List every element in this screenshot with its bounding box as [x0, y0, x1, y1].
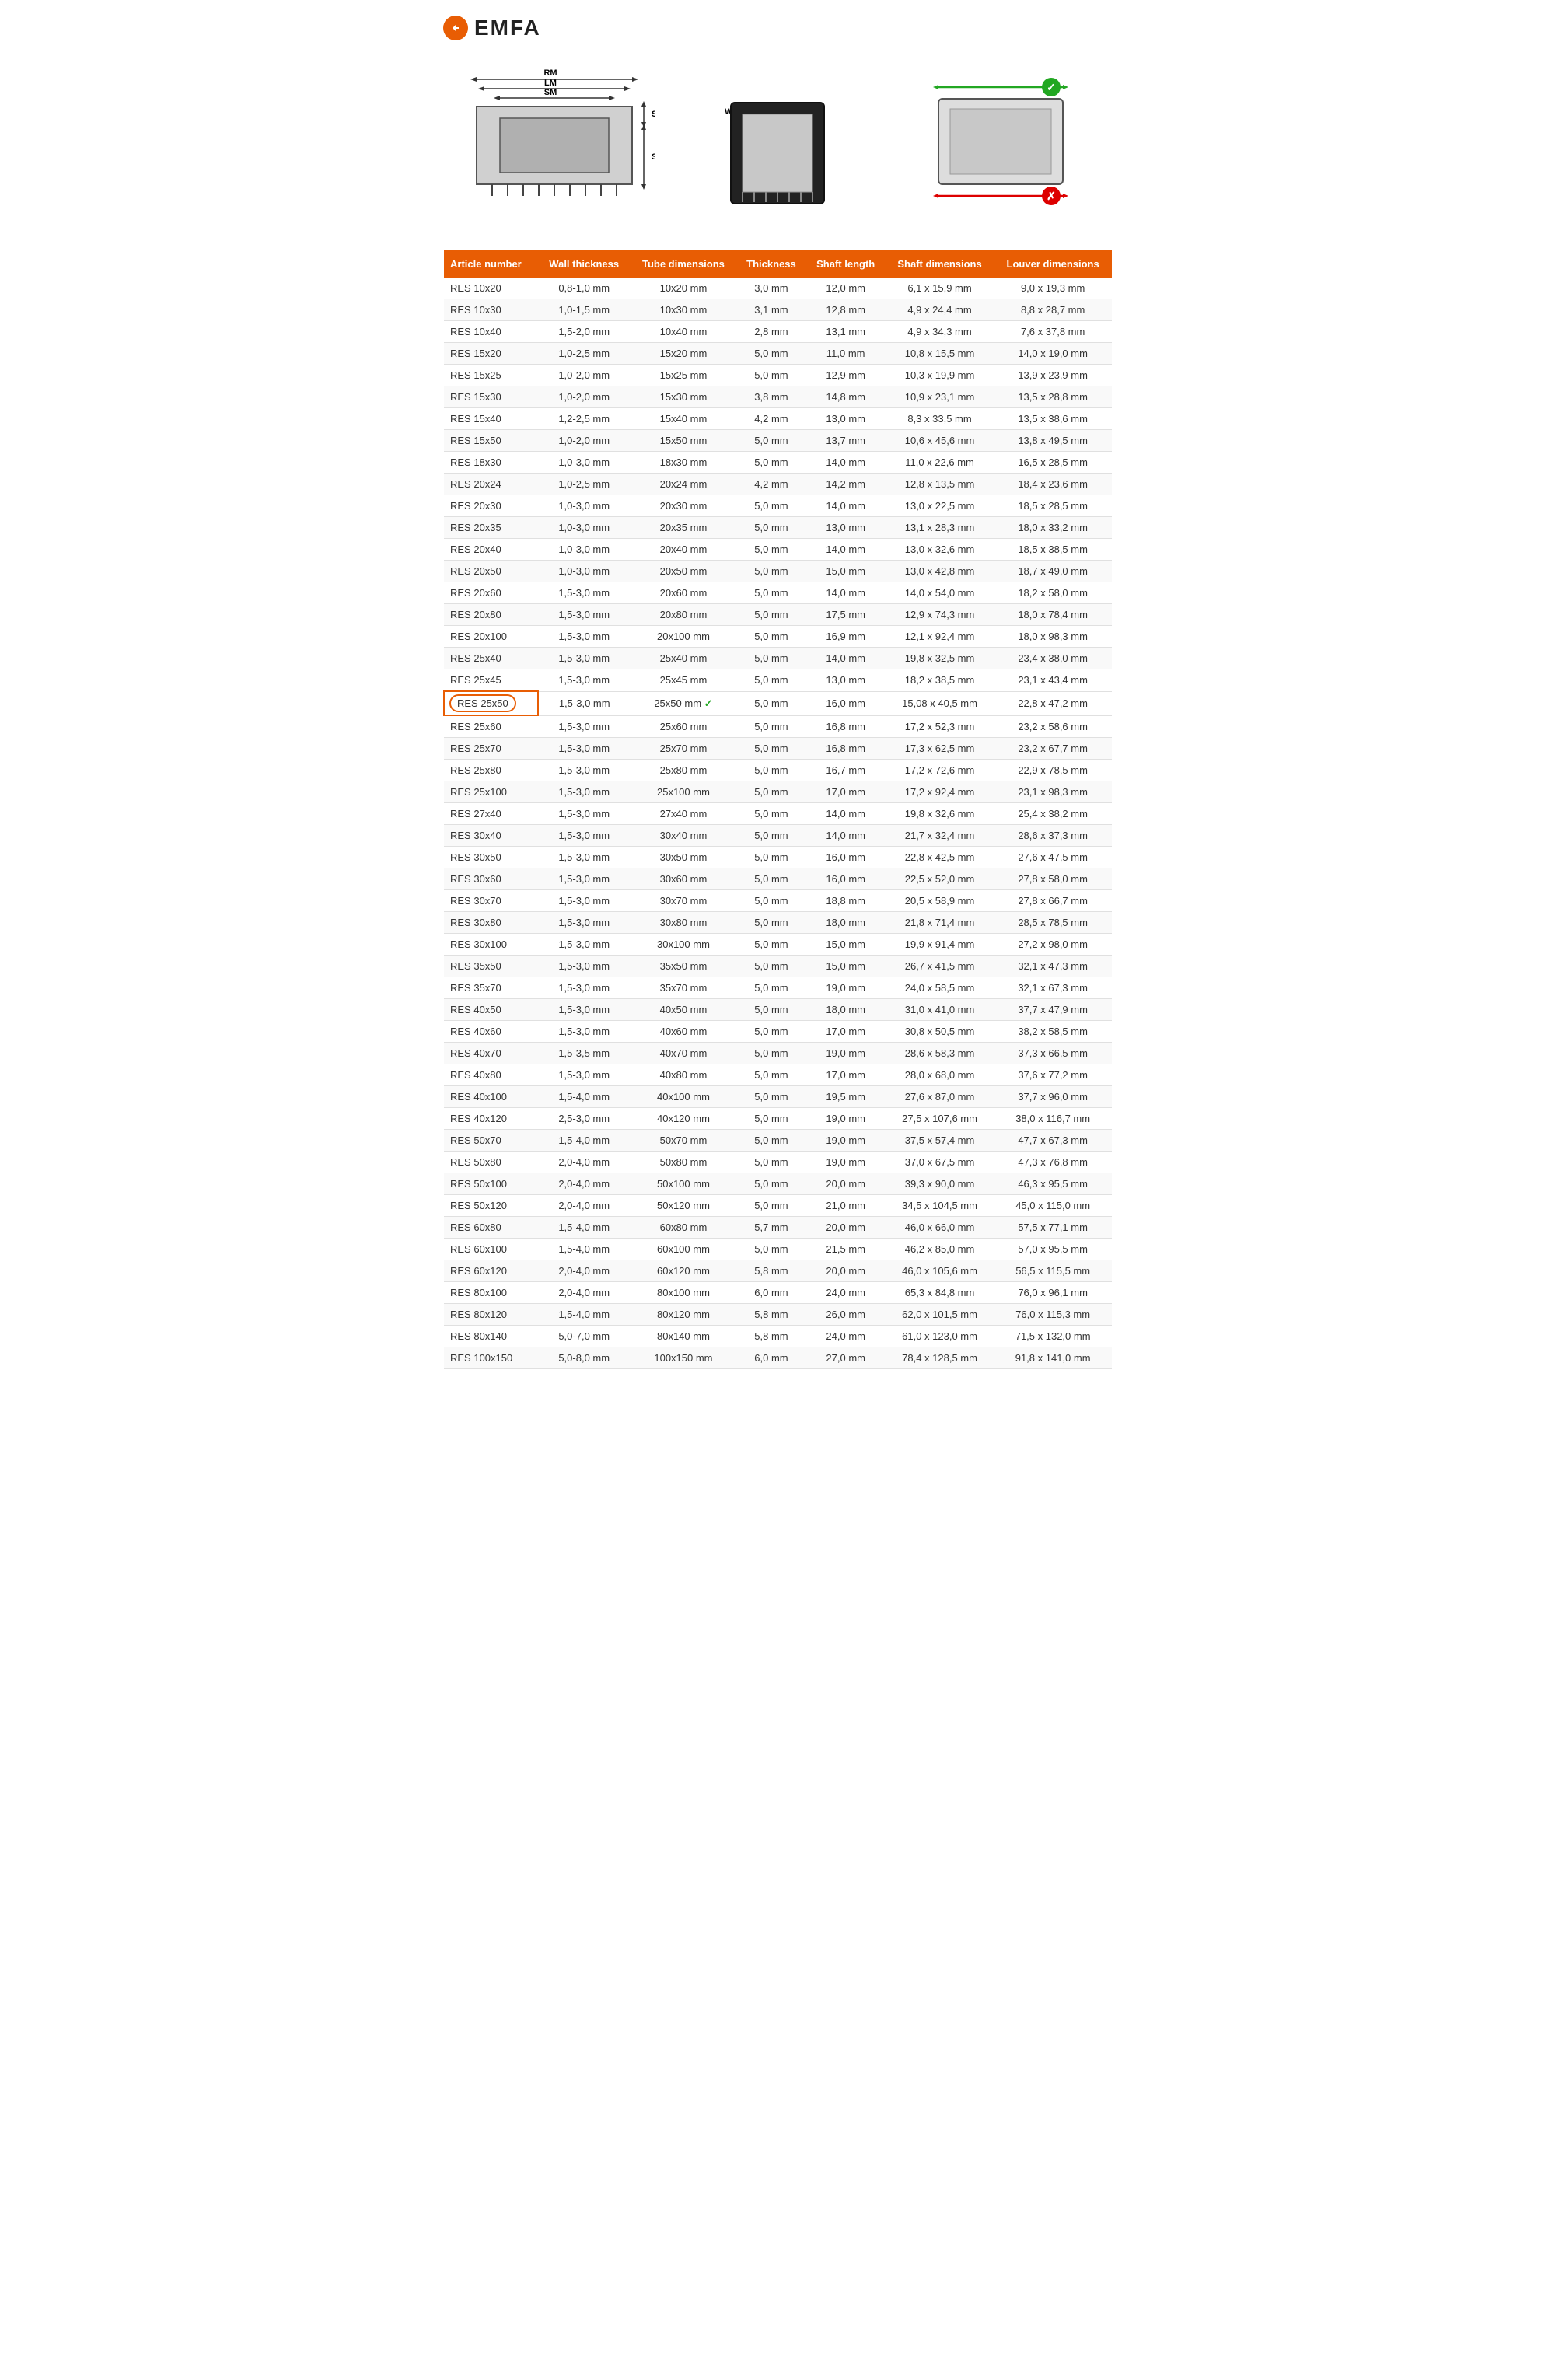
col-wall-thickness: Wall thickness — [538, 250, 631, 278]
table-row: RES 50x701,5-4,0 mm50x70 mm5,0 mm19,0 mm… — [444, 1130, 1112, 1152]
table-row: RES 25x601,5-3,0 mm25x60 mm5,0 mm16,8 mm… — [444, 715, 1112, 738]
table-row: RES 18x301,0-3,0 mm18x30 mm5,0 mm14,0 mm… — [444, 452, 1112, 474]
table-row: RES 15x501,0-2,0 mm15x50 mm5,0 mm13,7 mm… — [444, 430, 1112, 452]
col-shaft-length: Shaft length — [806, 250, 886, 278]
table-row: RES 100x1505,0-8,0 mm100x150 mm6,0 mm27,… — [444, 1347, 1112, 1369]
table-row: RES 50x1002,0-4,0 mm50x100 mm5,0 mm20,0 … — [444, 1173, 1112, 1195]
logo-icon — [443, 16, 468, 40]
diagram-cross-section: RM LM SM — [443, 64, 666, 219]
table-row: RES 15x201,0-2,5 mm15x20 mm5,0 mm11,0 mm… — [444, 343, 1112, 365]
table-row: RES 10x401,5-2,0 mm10x40 mm2,8 mm13,1 mm… — [444, 321, 1112, 343]
table-row: RES 25x1001,5-3,0 mm25x100 mm5,0 mm17,0 … — [444, 781, 1112, 803]
table-row: RES 60x1001,5-4,0 mm60x100 mm5,0 mm21,5 … — [444, 1239, 1112, 1260]
table-row: RES 20x241,0-2,5 mm20x24 mm4,2 mm14,2 mm… — [444, 474, 1112, 495]
table-row: RES 60x801,5-4,0 mm60x80 mm5,7 mm20,0 mm… — [444, 1217, 1112, 1239]
table-row: RES 50x1202,0-4,0 mm50x120 mm5,0 mm21,0 … — [444, 1195, 1112, 1217]
svg-text:LM: LM — [544, 79, 557, 88]
table-row: RES 40x801,5-3,0 mm40x80 mm5,0 mm17,0 mm… — [444, 1064, 1112, 1086]
table-row: RES 40x701,5-3,5 mm40x70 mm5,0 mm19,0 mm… — [444, 1043, 1112, 1064]
table-row: RES 20x401,0-3,0 mm20x40 mm5,0 mm14,0 mm… — [444, 539, 1112, 561]
diagram-correct-incorrect: ✓ ✗ — [889, 64, 1112, 219]
svg-text:SK: SK — [652, 110, 655, 119]
table-row: RES 50x802,0-4,0 mm50x80 mm5,0 mm19,0 mm… — [444, 1152, 1112, 1173]
table-row: RES 30x801,5-3,0 mm30x80 mm5,0 mm18,0 mm… — [444, 912, 1112, 934]
header: EMFA — [443, 16, 1112, 40]
svg-text:SE: SE — [652, 152, 655, 162]
table-row: RES 40x501,5-3,0 mm40x50 mm5,0 mm18,0 mm… — [444, 999, 1112, 1021]
highlighted-article: RES 25x50 — [449, 694, 516, 712]
table-row: RES 20x301,0-3,0 mm20x30 mm5,0 mm14,0 mm… — [444, 495, 1112, 517]
table-header-row: Article number Wall thickness Tube dimen… — [444, 250, 1112, 278]
table-row: RES 25x401,5-3,0 mm25x40 mm5,0 mm14,0 mm… — [444, 648, 1112, 669]
diagrams-section: RM LM SM — [443, 56, 1112, 227]
table-row: RES 15x401,2-2,5 mm15x40 mm4,2 mm13,0 mm… — [444, 408, 1112, 430]
table-row: RES 30x601,5-3,0 mm30x60 mm5,0 mm16,0 mm… — [444, 868, 1112, 890]
table-row: RES 25x501,5-3,0 mm25x50 mm ✓5,0 mm16,0 … — [444, 691, 1112, 715]
table-row: RES 30x401,5-3,0 mm30x40 mm5,0 mm14,0 mm… — [444, 825, 1112, 847]
logo: EMFA — [443, 16, 541, 40]
table-row: RES 40x1202,5-3,0 mm40x120 mm5,0 mm19,0 … — [444, 1108, 1112, 1130]
check-icon: ✓ — [701, 697, 713, 709]
svg-text:SM: SM — [544, 88, 557, 97]
col-tube-dimensions: Tube dimensions — [631, 250, 737, 278]
logo-text: EMFA — [474, 16, 541, 40]
col-louver-dimensions: Louver dimensions — [994, 250, 1112, 278]
col-shaft-dimensions: Shaft dimensions — [886, 250, 994, 278]
table-row: RES 20x601,5-3,0 mm20x60 mm5,0 mm14,0 mm… — [444, 582, 1112, 604]
table-row: RES 40x601,5-3,0 mm40x60 mm5,0 mm17,0 mm… — [444, 1021, 1112, 1043]
table-row: RES 20x1001,5-3,0 mm20x100 mm5,0 mm16,9 … — [444, 626, 1112, 648]
svg-text:✓: ✓ — [1047, 81, 1056, 93]
table-row: RES 80x1405,0-7,0 mm80x140 mm5,8 mm24,0 … — [444, 1326, 1112, 1347]
table-row: RES 30x701,5-3,0 mm30x70 mm5,0 mm18,8 mm… — [444, 890, 1112, 912]
table-row: RES 20x801,5-3,0 mm20x80 mm5,0 mm17,5 mm… — [444, 604, 1112, 626]
table-row: RES 20x501,0-3,0 mm20x50 mm5,0 mm15,0 mm… — [444, 561, 1112, 582]
table-row: RES 27x401,5-3,0 mm27x40 mm5,0 mm14,0 mm… — [444, 803, 1112, 825]
table-row: RES 10x301,0-1,5 mm10x30 mm3,1 mm12,8 mm… — [444, 299, 1112, 321]
table-row: RES 30x1001,5-3,0 mm30x100 mm5,0 mm15,0 … — [444, 934, 1112, 956]
svg-text:✗: ✗ — [1047, 190, 1056, 202]
table-row: RES 60x1202,0-4,0 mm60x120 mm5,8 mm20,0 … — [444, 1260, 1112, 1282]
table-row: RES 80x1002,0-4,0 mm80x100 mm6,0 mm24,0 … — [444, 1282, 1112, 1304]
table-row: RES 15x251,0-2,0 mm15x25 mm5,0 mm12,9 mm… — [444, 365, 1112, 386]
table-row: RES 25x701,5-3,0 mm25x70 mm5,0 mm16,8 mm… — [444, 738, 1112, 760]
svg-text:RM: RM — [544, 68, 557, 78]
data-table: Article number Wall thickness Tube dimen… — [443, 250, 1112, 1369]
table-row: RES 35x701,5-3,0 mm35x70 mm5,0 mm19,0 mm… — [444, 977, 1112, 999]
col-article-number: Article number — [444, 250, 538, 278]
table-row: RES 25x451,5-3,0 mm25x45 mm5,0 mm13,0 mm… — [444, 669, 1112, 692]
table-row: RES 35x501,5-3,0 mm35x50 mm5,0 mm15,0 mm… — [444, 956, 1112, 977]
table-row: RES 30x501,5-3,0 mm30x50 mm5,0 mm16,0 mm… — [444, 847, 1112, 868]
table-row: RES 10x200,8-1,0 mm10x20 mm3,0 mm12,0 mm… — [444, 278, 1112, 299]
table-row: RES 25x801,5-3,0 mm25x80 mm5,0 mm16,7 mm… — [444, 760, 1112, 781]
table-row: RES 20x351,0-3,0 mm20x35 mm5,0 mm13,0 mm… — [444, 517, 1112, 539]
table-row: RES 40x1001,5-4,0 mm40x100 mm5,0 mm19,5 … — [444, 1086, 1112, 1108]
col-thickness: Thickness — [736, 250, 805, 278]
table-row: RES 80x1201,5-4,0 mm80x120 mm5,8 mm26,0 … — [444, 1304, 1112, 1326]
table-row: RES 15x301,0-2,0 mm15x30 mm3,8 mm14,8 mm… — [444, 386, 1112, 408]
diagram-ws: WS — [666, 64, 889, 219]
